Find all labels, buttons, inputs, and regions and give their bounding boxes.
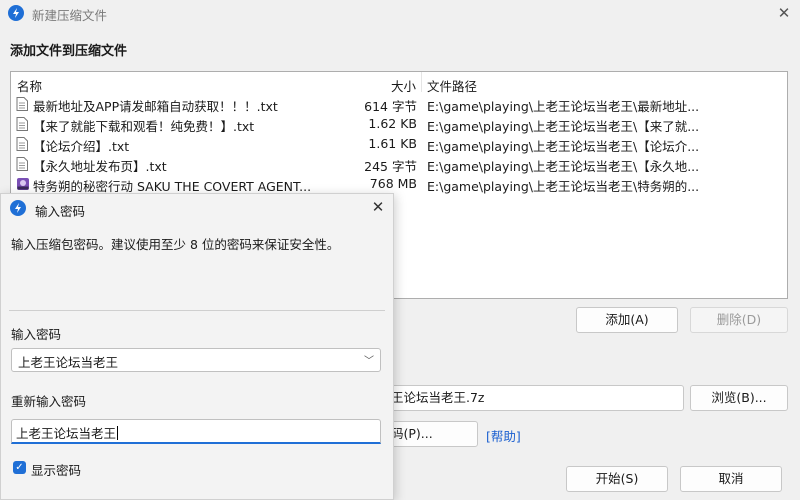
chevron-down-icon[interactable]: ﹀ [364,352,374,367]
file-name: 【论坛介绍】.txt [33,139,130,154]
table-row[interactable]: 【论坛介绍】.txt 1.61 KB E:\game\playing\上老王论坛… [11,134,787,154]
text-file-icon [16,137,28,151]
file-path: E:\game\playing\上老王论坛当老王\最新地址... [427,99,700,114]
file-path: E:\game\playing\上老王论坛当老王\【来了就... [427,119,700,134]
column-header-path[interactable]: 文件路径 [427,76,477,95]
archive-path-value: 王论坛当老王.7z [391,390,485,405]
text-file-icon [16,117,28,131]
reenter-password-value: 上老王论坛当老王 [16,426,117,441]
show-password-checkbox[interactable]: ✓ [13,461,26,474]
delete-button[interactable]: 删除(D) [690,307,788,333]
text-file-icon [16,157,28,171]
title-bar [0,0,800,26]
add-button[interactable]: 添加(A) [576,307,678,333]
reenter-password-label: 重新输入密码 [11,394,87,409]
file-size: 245 字节 [364,159,417,174]
file-size: 1.62 KB [368,116,417,131]
file-path: E:\game\playing\上老王论坛当老王\【论坛介... [427,139,700,154]
browse-button[interactable]: 浏览(B)... [690,385,788,411]
reenter-password-input[interactable]: 上老王论坛当老王 [11,419,381,444]
rar-archive-icon [17,178,29,190]
password-dialog: 输入密码 ✕ 输入压缩包密码。建议使用至少 8 位的密码来保证安全性。 输入密码… [0,193,394,500]
start-button[interactable]: 开始(S) [566,466,668,492]
window-close-icon[interactable]: ✕ [774,3,794,23]
password-value: 上老王论坛当老王 [18,355,119,370]
dialog-description: 输入压缩包密码。建议使用至少 8 位的密码来保证安全性。 [11,237,340,252]
column-divider[interactable] [421,72,422,92]
table-row[interactable]: 【永久地址发布页】.txt 245 字节 E:\game\playing\上老王… [11,154,787,174]
file-path: E:\game\playing\上老王论坛当老王\特务朔的... [427,179,700,194]
dialog-app-icon [10,200,26,216]
file-size: 1.61 KB [368,136,417,151]
app-logo-icon [8,5,24,21]
show-password-label[interactable]: 显示密码 [31,460,81,479]
file-path: E:\game\playing\上老王论坛当老王\【永久地... [427,159,700,174]
password-label: 输入密码 [11,327,62,342]
dialog-title: 输入密码 [35,204,86,219]
archive-path-field[interactable]: 王论坛当老王.7z [384,385,684,411]
help-link[interactable]: [帮助] [486,426,521,445]
file-name: 【永久地址发布页】.txt [33,159,167,174]
section-title: 添加文件到压缩文件 [10,44,128,59]
table-row[interactable]: 最新地址及APP请发邮箱自动获取！！！.txt 614 字节 E:\game\p… [11,94,787,114]
file-size: 614 字节 [364,99,417,114]
table-row[interactable]: 【来了就能下载和观看！纯免费！】.txt 1.62 KB E:\game\pla… [11,114,787,134]
file-size: 768 MB [369,176,417,191]
divider [9,310,385,311]
window-title: 新建压缩文件 [32,8,108,23]
table-row[interactable]: 特务朔的秘密行动 SAKU THE COVERT AGENT... 768 MB… [11,174,787,194]
text-file-icon [16,97,28,111]
password-combo[interactable]: 上老王论坛当老王 ﹀ [11,348,381,372]
cancel-button[interactable]: 取消 [680,466,782,492]
file-name: 【来了就能下载和观看！纯免费！】.txt [33,119,255,134]
dialog-close-icon[interactable]: ✕ [369,198,387,216]
column-header-name[interactable]: 名称 [17,76,42,95]
column-header-size[interactable]: 大小 [391,76,416,95]
set-password-button[interactable]: 码(P)... [384,421,478,447]
file-name: 最新地址及APP请发邮箱自动获取！！！.txt [33,99,278,114]
text-caret [117,426,119,440]
